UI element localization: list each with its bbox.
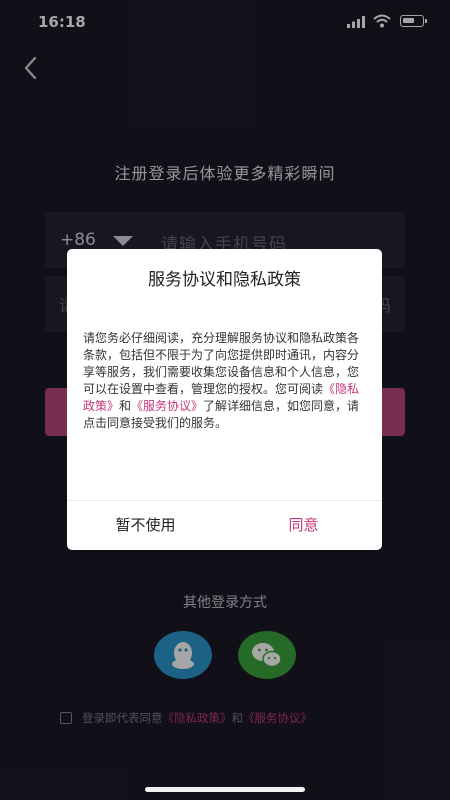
home-indicator[interactable] — [145, 787, 305, 792]
dialog-service-link[interactable]: 《服务协议》 — [131, 399, 203, 413]
dialog-agree-button[interactable]: 同意 — [225, 501, 382, 550]
dialog-title: 服务协议和隐私政策 — [148, 270, 301, 290]
dialog-body: 请您务必仔细阅读，充分理解服务协议和隐私政策各条款，包括但不限于为了向您提供即时… — [83, 330, 368, 432]
dialog-body-text-1: 请您务必仔细阅读，充分理解服务协议和隐私政策各条款，包括但不限于为了向您提供即时… — [83, 331, 360, 396]
dialog-body-text-2: 和 — [119, 399, 132, 413]
privacy-dialog: 服务协议和隐私政策 请您务必仔细阅读，充分理解服务协议和隐私政策各条款，包括但不… — [67, 249, 382, 550]
dialog-cancel-button[interactable]: 暂不使用 — [67, 501, 224, 550]
